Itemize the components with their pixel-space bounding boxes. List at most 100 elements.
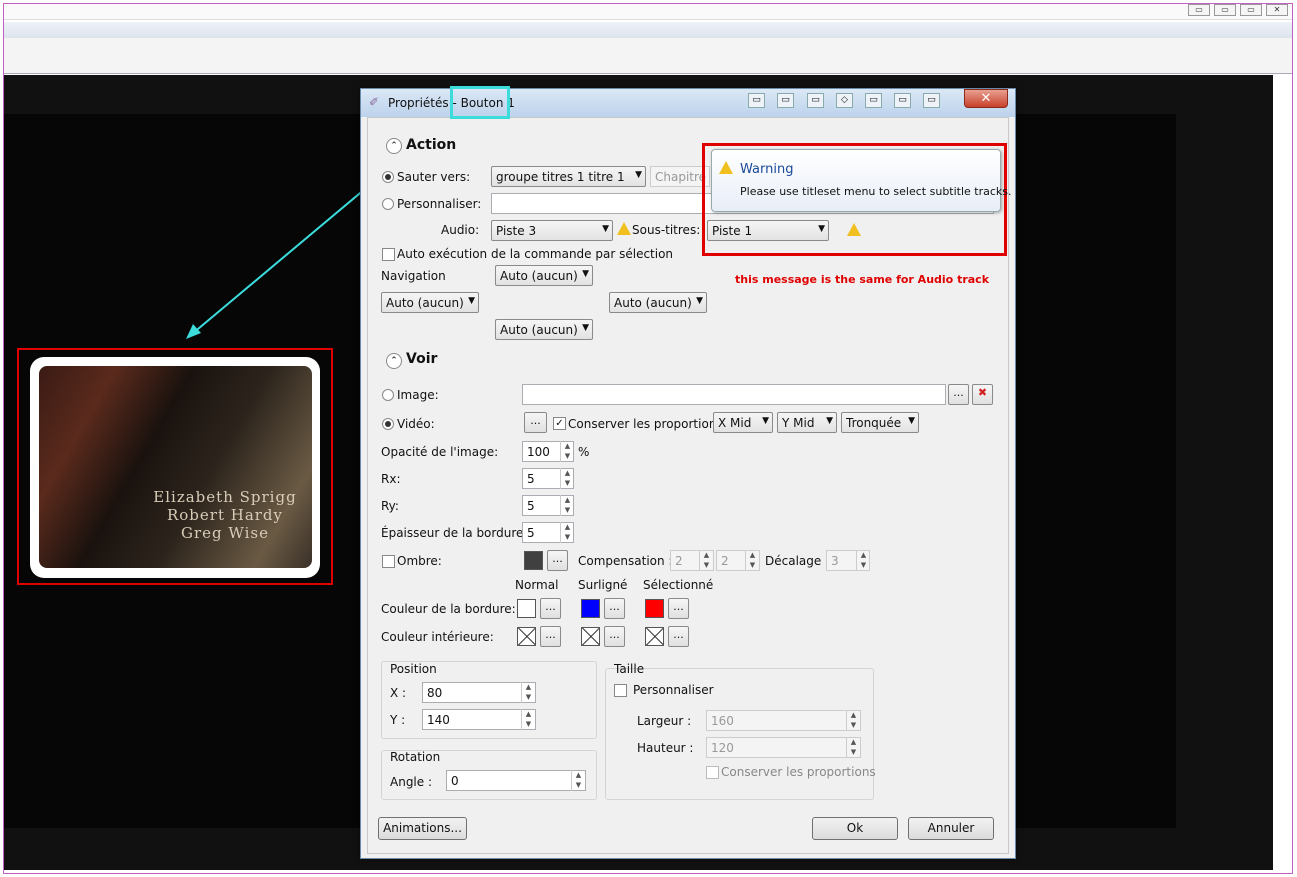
toolbar-icon[interactable]: ▭ <box>865 93 882 108</box>
keep-size-ratio-label: Conserver les proportions <box>721 765 876 779</box>
custom-radio[interactable] <box>382 198 394 210</box>
offset-label: Décalage : <box>765 554 830 568</box>
clear-image-icon[interactable]: ✖ <box>972 384 993 405</box>
jump-radio[interactable] <box>382 171 394 183</box>
angle-input[interactable]: 0 <box>446 770 586 791</box>
toolbar-icon[interactable]: ▭ <box>894 93 911 108</box>
shadow-color-button[interactable]: ... <box>547 550 568 571</box>
browse-video-button[interactable]: ... <box>524 412 547 433</box>
inner-color-selected-swatch[interactable] <box>645 627 664 646</box>
y-stepper[interactable]: ▲ ▼ <box>521 709 535 730</box>
y-label: Y : <box>390 713 406 727</box>
rotation-title: Rotation <box>390 750 441 764</box>
jump-target-select[interactable]: groupe titres 1 titre 1 ▼ <box>491 166 646 187</box>
compensation-label: Compensation : <box>578 554 673 568</box>
border-color-label: Couleur de la bordure: <box>381 602 516 616</box>
warning-icon <box>617 222 631 235</box>
state-normal-label: Normal <box>515 578 559 592</box>
opacity-unit: % <box>578 445 590 459</box>
ry-stepper[interactable]: ▲ ▼ <box>560 495 574 516</box>
nav-right-select[interactable]: Auto (aucun) ▼ <box>609 292 707 313</box>
border-color-selected-swatch[interactable] <box>645 599 664 618</box>
height-input[interactable]: 120 <box>706 737 861 758</box>
inner-color-label: Couleur intérieure: <box>381 630 494 644</box>
chevron-down-icon: ▼ <box>826 416 833 426</box>
warning-title: Warning <box>740 162 794 177</box>
angle-stepper[interactable]: ▲ ▼ <box>571 770 585 791</box>
title-highlight-box <box>450 86 510 119</box>
keep-ratio-checkbox[interactable]: ✓ <box>553 417 566 430</box>
inner-color-normal-swatch[interactable] <box>517 627 536 646</box>
ok-button[interactable]: Ok <box>812 817 898 840</box>
size-title: Taille <box>614 662 645 676</box>
crop-select[interactable]: Tronquée ▼ <box>841 412 919 433</box>
subtitles-label: Sous-titres: <box>632 223 701 237</box>
compensation-y-stepper[interactable]: ▲ ▼ <box>745 550 759 571</box>
border-color-hover-button[interactable]: ... <box>604 598 625 619</box>
nav-left-select[interactable]: Auto (aucun) ▼ <box>381 292 479 313</box>
image-path-input[interactable] <box>522 384 946 405</box>
toolbar-icon[interactable]: ▭ <box>923 93 940 108</box>
custom-size-checkbox[interactable] <box>614 684 627 697</box>
border-width-label: Épaisseur de la bordure: <box>381 526 528 540</box>
close-button[interactable]: ✕ <box>964 89 1008 108</box>
toolbar-icon[interactable]: ▭ <box>748 93 765 108</box>
warning-text: Please use titleset menu to select subti… <box>740 185 1012 198</box>
x-input[interactable]: 80 <box>422 682 536 703</box>
chevron-down-icon: ▼ <box>762 416 769 426</box>
chevron-down-icon: ▼ <box>582 323 589 333</box>
inner-color-hover-swatch[interactable] <box>581 627 600 646</box>
toolbar-icon[interactable]: ▭ <box>777 93 794 108</box>
shadow-color-swatch[interactable] <box>524 551 543 570</box>
inner-color-selected-button[interactable]: ... <box>668 626 689 647</box>
border-color-hover-swatch[interactable] <box>581 599 600 618</box>
cancel-button[interactable]: Annuler <box>908 817 994 840</box>
video-label: Vidéo: <box>397 417 435 431</box>
border-color-normal-button[interactable]: ... <box>540 598 561 619</box>
chevron-down-icon: ▼ <box>908 416 915 426</box>
width-label: Largeur : <box>637 714 692 728</box>
offset-stepper[interactable]: ▲ ▼ <box>856 550 870 571</box>
animations-button[interactable]: Animations... <box>378 817 467 840</box>
nav-up-select[interactable]: Auto (aucun) ▼ <box>495 265 593 286</box>
opacity-stepper[interactable]: ▲ ▼ <box>560 441 574 462</box>
collapse-action-icon[interactable]: ⌃ <box>386 138 402 154</box>
keep-size-ratio-checkbox[interactable] <box>706 766 719 779</box>
annotation-note: this message is the same for Audio track <box>735 273 990 286</box>
toolbar-icon[interactable]: ▭ <box>807 93 824 108</box>
state-selected-label: Sélectionné <box>643 578 714 592</box>
view-heading: Voir <box>406 351 438 367</box>
ry-label: Ry: <box>381 499 399 513</box>
x-align-select[interactable]: X Mid ▼ <box>713 412 773 433</box>
chapter-select[interactable]: Chapitre 1 <box>650 166 710 187</box>
opacity-label: Opacité de l'image: <box>381 445 499 459</box>
x-stepper[interactable]: ▲ ▼ <box>521 682 535 703</box>
angle-label: Angle : <box>390 775 433 789</box>
state-hover-label: Surligné <box>578 578 628 592</box>
position-title: Position <box>390 662 437 676</box>
width-stepper[interactable]: ▲ ▼ <box>846 710 860 731</box>
custom-label: Personnaliser: <box>397 197 482 211</box>
inner-color-hover-button[interactable]: ... <box>604 626 625 647</box>
auto-exec-checkbox[interactable] <box>382 248 395 261</box>
height-stepper[interactable]: ▲ ▼ <box>846 737 860 758</box>
y-input[interactable]: 140 <box>422 709 536 730</box>
y-align-select[interactable]: Y Mid ▼ <box>777 412 837 433</box>
video-radio[interactable] <box>382 418 394 430</box>
navigation-label: Navigation <box>381 269 446 283</box>
auto-exec-label: Auto exécution de la commande par sélect… <box>397 247 674 261</box>
collapse-view-icon[interactable]: ⌃ <box>386 353 402 369</box>
pin-icon[interactable]: ◇ <box>836 93 853 108</box>
border-color-normal-swatch[interactable] <box>517 599 536 618</box>
nav-down-select[interactable]: Auto (aucun) ▼ <box>495 319 593 340</box>
width-input[interactable]: 160 <box>706 710 861 731</box>
border-color-selected-button[interactable]: ... <box>668 598 689 619</box>
rx-stepper[interactable]: ▲ ▼ <box>560 468 574 489</box>
border-width-stepper[interactable]: ▲ ▼ <box>560 522 574 543</box>
compensation-x-stepper[interactable]: ▲ ▼ <box>699 550 713 571</box>
browse-image-button[interactable]: ... <box>948 384 969 405</box>
inner-color-normal-button[interactable]: ... <box>540 626 561 647</box>
audio-track-select[interactable]: Piste 3 ▼ <box>491 220 613 241</box>
shadow-checkbox[interactable] <box>382 555 395 568</box>
image-radio[interactable] <box>382 389 394 401</box>
